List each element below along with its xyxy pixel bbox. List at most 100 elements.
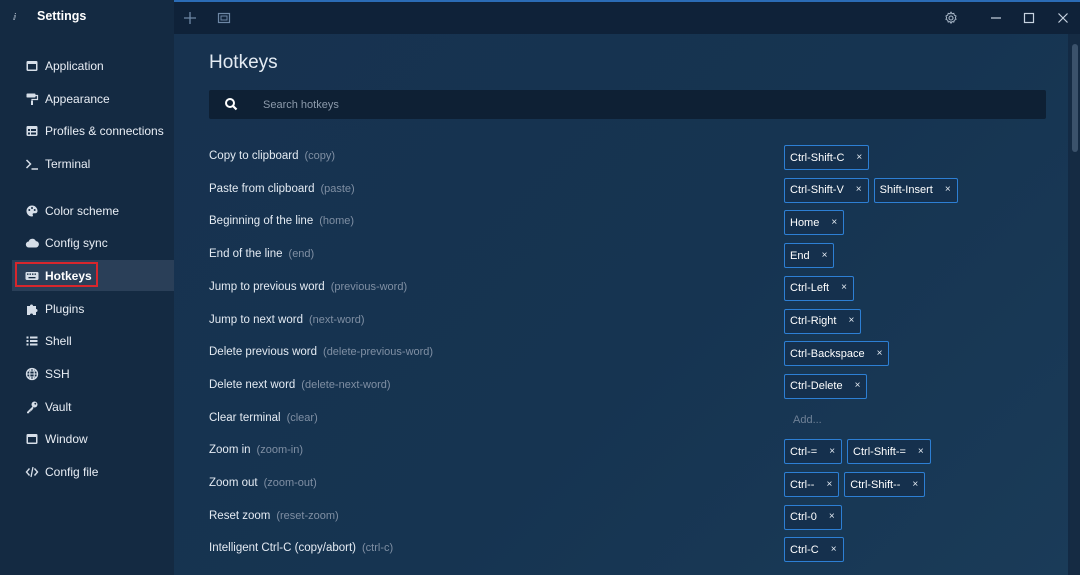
sidebar-item-label: SSH <box>45 366 70 381</box>
hotkey-id: (zoom-in) <box>256 444 303 457</box>
gear-icon <box>945 11 957 25</box>
scrollbar[interactable] <box>1070 34 1080 575</box>
minimize-button[interactable] <box>987 9 1005 27</box>
hotkey-chip[interactable]: Ctrl-- × <box>784 472 840 497</box>
sidebar-item-terminal[interactable]: Terminal <box>12 148 174 179</box>
maximize-icon <box>1023 12 1035 24</box>
remove-hotkey-icon[interactable]: × <box>829 512 835 522</box>
hotkey-row: Delete next word (delete-next-word) Ctrl-D… <box>209 370 1059 403</box>
hotkey-chip[interactable]: Ctrl-Backspace × <box>784 341 890 367</box>
hotkey-combo: Ctrl-Shift-= <box>853 445 906 458</box>
sidebar-item-config-sync[interactable]: Config sync <box>12 227 174 258</box>
hotkey-chip[interactable]: Ctrl-Delete × <box>784 373 868 399</box>
remove-hotkey-icon[interactable]: × <box>822 250 828 261</box>
search-input[interactable] <box>263 94 1023 115</box>
hotkey-chip[interactable]: Home × <box>784 210 845 236</box>
sidebar-item-plugins[interactable]: Plugins <box>12 293 174 324</box>
hotkey-chip[interactable]: Ctrl-Shift-V × <box>784 177 869 203</box>
sidebar-item-color-scheme[interactable]: Color scheme <box>12 195 174 226</box>
hotkey-row: Zoom out (zoom-out) Ctrl-- × Ctrl-Shift-- × <box>209 468 1059 501</box>
sidebar-item-appearance[interactable]: Appearance <box>12 83 174 114</box>
hotkey-chip[interactable]: Ctrl-Shift-- × <box>844 472 926 497</box>
sidebar-item-label: Vault <box>45 399 72 414</box>
puzzle-icon <box>24 301 39 316</box>
sidebar-item-application[interactable]: Application <box>12 50 174 81</box>
remove-hotkey-icon[interactable]: × <box>829 446 835 457</box>
hotkey-bindings: Ctrl-= × Ctrl-Shift-= × <box>784 439 936 465</box>
hotkey-chip[interactable]: End × <box>784 243 835 269</box>
hotkey-combo: Ctrl-= <box>790 445 818 458</box>
remove-hotkey-icon[interactable]: × <box>856 152 862 163</box>
window-list-icon <box>24 123 39 138</box>
sidebar-item-label: Hotkeys <box>45 268 92 283</box>
remove-hotkey-icon[interactable]: × <box>831 217 837 228</box>
hotkey-chip[interactable]: Ctrl-= × <box>784 439 843 465</box>
tabs-button[interactable] <box>215 9 233 27</box>
hotkey-name: Delete next word (delete-next-word) <box>209 379 391 391</box>
remove-hotkey-icon[interactable]: × <box>918 446 924 457</box>
settings-button[interactable] <box>942 9 960 27</box>
hotkey-chip[interactable]: Ctrl-Left × <box>784 275 854 301</box>
sidebar-item-ssh[interactable]: SSH <box>12 358 174 389</box>
maximize-button[interactable] <box>1020 9 1038 27</box>
hotkey-name: Jump to next word (next-word) <box>209 314 365 326</box>
sidebar-item-vault[interactable]: Vault <box>12 391 174 422</box>
hotkey-chip[interactable]: Ctrl-Shift-C × <box>784 145 870 170</box>
remove-hotkey-icon[interactable]: × <box>855 381 861 391</box>
terminal-icon <box>24 156 39 171</box>
hotkey-chip[interactable]: Shift-Insert × <box>873 177 958 203</box>
cloud-icon <box>24 235 39 250</box>
close-icon <box>1058 13 1068 23</box>
remove-hotkey-icon[interactable]: × <box>831 544 837 555</box>
list-icon <box>24 333 39 348</box>
sidebar-item-profiles-connections[interactable]: Profiles & connections <box>12 115 174 146</box>
hotkey-row: Beginning of the line (home) Home × <box>209 206 1059 239</box>
hotkey-bindings: Ctrl-Right × <box>784 308 866 334</box>
remove-hotkey-icon[interactable]: × <box>848 316 854 326</box>
hotkey-combo: Ctrl-Backspace <box>790 347 865 360</box>
hotkey-label: Reset zoom <box>209 509 271 522</box>
hotkey-combo: Ctrl-Shift-C <box>790 151 845 164</box>
close-button[interactable] <box>1054 9 1072 27</box>
hotkey-combo: Ctrl-- <box>790 478 815 491</box>
sidebar-item-label: Appearance <box>45 91 110 106</box>
hotkey-bindings: Ctrl-Shift-V × Shift-Insert × <box>784 177 963 203</box>
sidebar-item-window[interactable]: Window <box>12 423 174 454</box>
remove-hotkey-icon[interactable]: × <box>826 479 832 490</box>
hotkey-chip[interactable]: Ctrl-C × <box>784 537 844 563</box>
sidebar-item-label: Plugins <box>45 301 85 316</box>
scrollbar-thumb[interactable] <box>1072 44 1078 152</box>
hotkey-combo: Shift-Insert <box>879 184 933 197</box>
remove-hotkey-icon[interactable]: × <box>945 185 951 195</box>
remove-hotkey-icon[interactable]: × <box>877 348 883 359</box>
hotkey-label: Copy to clipboard <box>209 150 299 162</box>
sidebar-item-label: Color scheme <box>45 203 120 218</box>
hotkey-bindings: Ctrl-Delete × <box>784 373 872 399</box>
hotkey-chip[interactable]: Ctrl-Shift-= × <box>847 439 931 465</box>
hotkey-row: Clear terminal (clear) Add... <box>209 403 1059 436</box>
hotkey-bindings: Ctrl-0 × <box>784 504 847 530</box>
sidebar-item-label: Config file <box>45 464 99 479</box>
hotkey-id: (delete-next-word) <box>301 378 391 391</box>
hotkey-name: Zoom in (zoom-in) <box>209 444 303 456</box>
hotkey-chip[interactable]: Ctrl-Right × <box>784 308 862 334</box>
hotkey-combo: Ctrl-C <box>790 543 819 556</box>
settings-window: ⅈ Settings Application Appearance Profiles… <box>0 0 1080 575</box>
hotkey-chip[interactable]: Ctrl-0 × <box>784 504 842 530</box>
sidebar-item-shell[interactable]: Shell <box>12 325 174 356</box>
sidebar-item-config-file[interactable]: Config file <box>12 456 174 487</box>
hotkey-label: Zoom in <box>209 444 251 457</box>
remove-hotkey-icon[interactable]: × <box>856 185 862 195</box>
add-hotkey-button[interactable]: Add... <box>793 414 822 426</box>
hotkey-combo: Ctrl-0 <box>790 511 817 524</box>
hotkey-label: Clear terminal <box>209 411 281 424</box>
sidebar-item-hotkeys[interactable]: Hotkeys <box>12 260 174 291</box>
remove-hotkey-icon[interactable]: × <box>912 479 918 490</box>
globe-icon <box>24 366 39 381</box>
window-icon <box>24 431 39 446</box>
remove-hotkey-icon[interactable]: × <box>841 283 847 293</box>
hotkey-name: Clear terminal (clear) <box>209 412 318 424</box>
app-title: Settings <box>37 9 87 23</box>
hotkey-combo: Ctrl-Shift-V <box>790 184 844 197</box>
new-tab-button[interactable] <box>181 9 199 27</box>
